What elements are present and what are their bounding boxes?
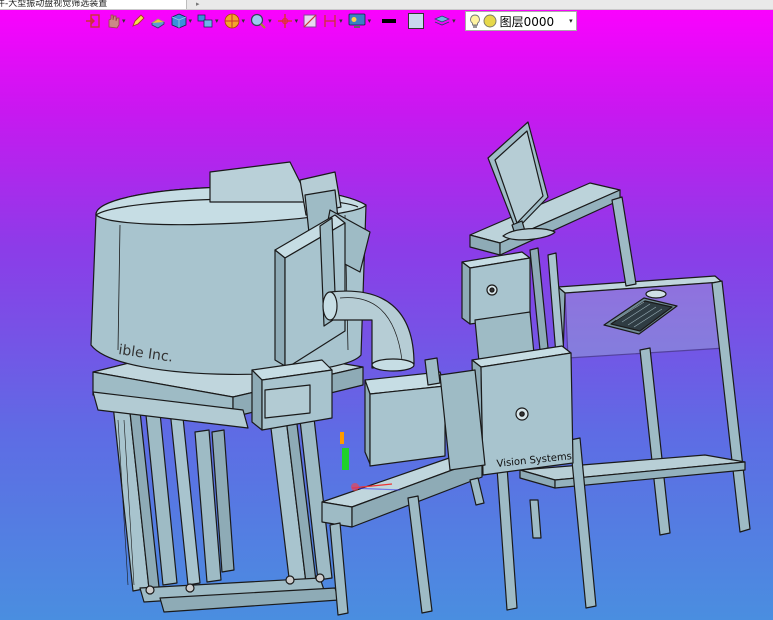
chevron-down-icon[interactable]: ▾ — [215, 17, 219, 25]
chevron-down-icon[interactable]: ▾ — [295, 17, 299, 25]
display-mode-button[interactable]: ▾ — [346, 10, 373, 32]
layer-color-dot-icon — [483, 14, 497, 28]
section-icon — [303, 14, 317, 28]
layers-icon — [434, 15, 451, 26]
pan-button[interactable]: ▾ — [104, 10, 127, 32]
chevron-down-icon[interactable]: ▾ — [242, 17, 246, 25]
chevron-down-icon[interactable]: ▾ — [339, 17, 343, 25]
pan-icon — [108, 14, 120, 29]
bulb-icon — [469, 14, 480, 28]
tab-scroll-icon[interactable]: ▸ — [196, 0, 200, 8]
feeder-stand-legs — [112, 401, 340, 613]
document-tab[interactable]: 件-大型振动盘视觉筛选装置 — [0, 0, 187, 9]
exit-button[interactable] — [84, 10, 102, 32]
hopper-box — [251, 359, 333, 431]
chevron-down-icon[interactable]: ▾ — [268, 17, 272, 25]
chevron-down-icon[interactable]: ▾ — [122, 17, 126, 25]
cad-model[interactable]: Vision Systems ible Inc. — [0, 34, 773, 620]
chevron-down-icon[interactable]: ▾ — [569, 17, 573, 25]
chevron-down-icon[interactable]: ▾ — [452, 17, 456, 25]
zoom-icon — [250, 13, 266, 29]
camera-box — [364, 357, 446, 467]
line-color-icon — [382, 19, 397, 23]
dimension-button[interactable]: ▾ — [321, 10, 344, 32]
eraser-button[interactable] — [149, 10, 167, 32]
axis-button[interactable]: ▾ — [275, 10, 300, 32]
axis-icon — [277, 14, 292, 28]
multi-view-icon — [197, 14, 213, 28]
zoom-button[interactable]: ▾ — [248, 10, 273, 32]
multi-view-button[interactable]: ▾ — [195, 10, 220, 32]
exit-icon — [86, 14, 100, 28]
layer-name: 图层0000 — [499, 14, 555, 29]
sketch-button[interactable] — [129, 10, 147, 32]
fill-color-button[interactable] — [406, 10, 426, 32]
view-toolbar: ▾ ▾ ▾ ▾ ▾ ▾ ▾ ▾ ▾ 图层0000 ▾ — [84, 9, 577, 33]
display-mode-icon — [348, 13, 366, 28]
render-icon — [224, 13, 239, 29]
cube-view-button[interactable]: ▾ — [169, 10, 194, 32]
section-button[interactable] — [301, 10, 319, 32]
vision-cabinet: Vision Systems — [471, 345, 574, 476]
dimension-icon — [324, 15, 336, 27]
eraser-icon — [150, 18, 165, 29]
cube-view-icon — [171, 13, 186, 29]
3d-viewport[interactable]: Vision Systems ible Inc. — [0, 34, 773, 620]
line-color-button[interactable] — [380, 10, 398, 32]
pencil-icon — [131, 14, 145, 27]
layer-select[interactable]: 图层0000 ▾ — [464, 11, 577, 31]
layers-button[interactable]: ▾ — [432, 10, 457, 32]
fill-color-icon — [408, 13, 425, 29]
chevron-down-icon[interactable]: ▾ — [368, 17, 372, 25]
render-button[interactable]: ▾ — [222, 10, 247, 32]
chevron-down-icon[interactable]: ▾ — [189, 17, 193, 25]
